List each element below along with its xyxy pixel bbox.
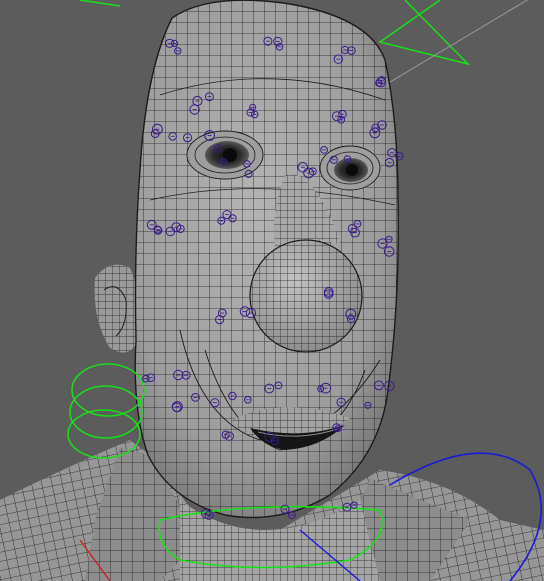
ear-mesh (94, 264, 141, 353)
3d-viewport[interactable] (0, 0, 544, 581)
right-eye[interactable] (319, 145, 381, 191)
viewport-canvas[interactable] (0, 0, 544, 581)
